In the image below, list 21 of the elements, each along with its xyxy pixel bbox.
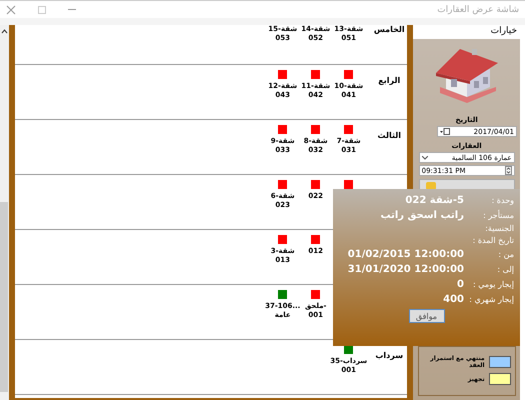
info-label: إلى : — [496, 264, 514, 274]
floor-label: سرداب — [374, 351, 404, 360]
floor-label: الخامس — [372, 25, 406, 34]
info-label: تاريخ المدة : — [472, 236, 514, 245]
ok-button[interactable]: موافق — [408, 309, 444, 323]
info-label: وحدة : — [490, 196, 514, 204]
info-value: 400 — [443, 294, 464, 304]
info-value: 12:00:00 31/01/2020 — [348, 264, 464, 274]
window-title: شاشة عرض العقارات — [437, 4, 519, 14]
info-value: راتب اسحق راتب — [380, 210, 464, 220]
info-value: 12:00:00 01/02/2015 — [348, 248, 464, 260]
floor-label: الرابع — [377, 76, 402, 85]
info-value: 0 — [457, 278, 464, 290]
info-value: 5-شقة 022 — [405, 194, 464, 206]
options-header: خيارات — [490, 25, 518, 38]
info-label: إيجار يومي : — [472, 280, 514, 288]
info-label: مستأجر : — [482, 210, 514, 220]
info-label: الجنسية: — [484, 224, 514, 233]
info-label: إيجار شهري : — [468, 294, 514, 304]
floor-label: الثالث — [376, 131, 402, 140]
info-label: من : — [497, 250, 514, 258]
